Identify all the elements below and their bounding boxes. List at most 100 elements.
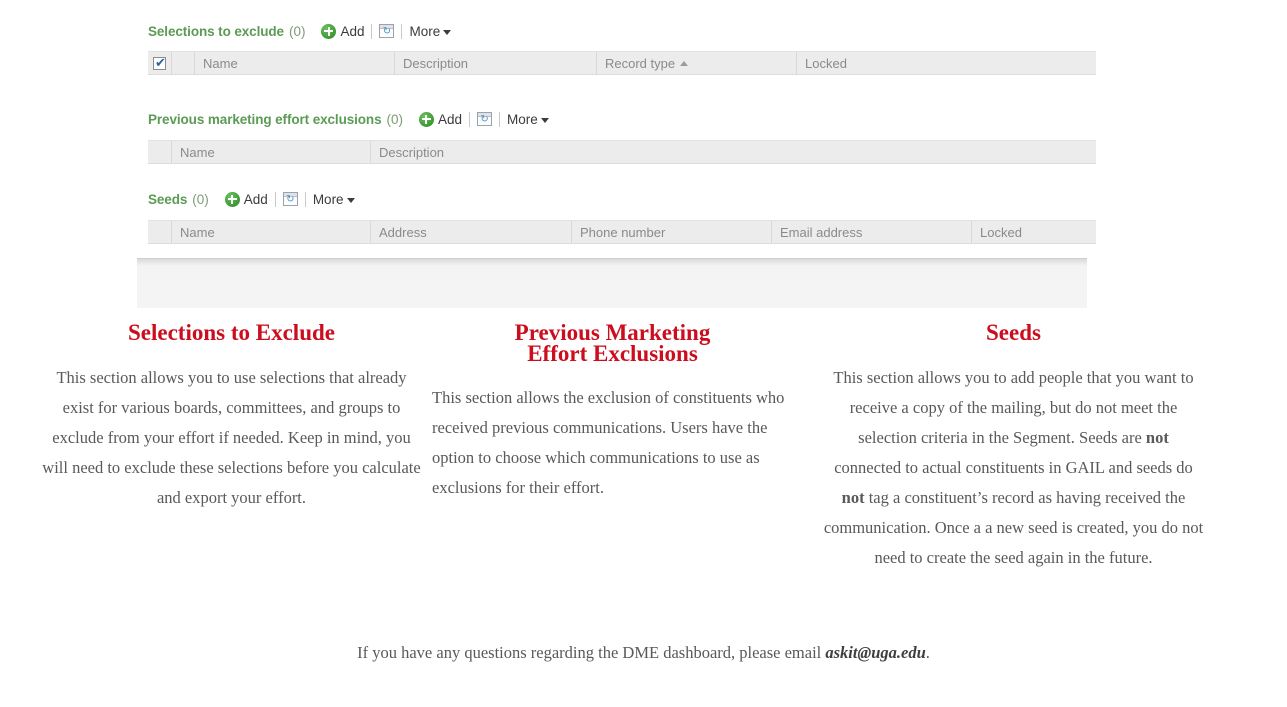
grid-col-spacer bbox=[172, 52, 195, 74]
grid-col-phone-number[interactable]: Phone number bbox=[572, 221, 772, 243]
info-column-previous-marketing-effort-exclusions: Previous Marketing Effort Exclusions Thi… bbox=[422, 320, 803, 573]
footer-contact-note: If you have any questions regarding the … bbox=[0, 643, 1287, 663]
grid-col-description-label: Description bbox=[403, 55, 469, 71]
info-body-previous-marketing-effort-exclusions: This section allows the exclusion of con… bbox=[432, 388, 785, 497]
seeds-body-part-2: connected to actual constituents in GAIL… bbox=[834, 458, 1193, 477]
dme-dashboard-page: Selections to exclude (0) Add ↻ More ✔ N… bbox=[0, 0, 1287, 707]
info-title-seeds: Seeds bbox=[986, 320, 1041, 345]
grid-col-name[interactable]: Name bbox=[172, 221, 371, 243]
plus-circle-icon bbox=[321, 23, 337, 39]
add-seed-button[interactable]: Add bbox=[224, 191, 268, 207]
grid-col-locked-label: Locked bbox=[980, 224, 1022, 240]
footer-text-after: . bbox=[925, 643, 930, 662]
add-previous-marketing-button[interactable]: Add bbox=[418, 111, 463, 127]
grid-col-phone-number-label: Phone number bbox=[580, 224, 666, 240]
section-title-previous-marketing: Previous marketing effort exclusions bbox=[148, 111, 382, 127]
add-selection-label: Add bbox=[340, 23, 365, 39]
grid-col-email-address-label: Email address bbox=[780, 224, 863, 240]
check-icon: ✔ bbox=[155, 55, 166, 71]
info-body-selections-to-exclude: This section allows you to use selection… bbox=[42, 368, 421, 507]
grid-col-address-label: Address bbox=[379, 224, 427, 240]
more-label: More bbox=[312, 191, 344, 207]
toolbar-divider bbox=[401, 23, 403, 39]
section-count-previous-marketing: (0) bbox=[386, 111, 403, 127]
grid-col-description-label: Description bbox=[379, 144, 445, 160]
grid-col-locked[interactable]: Locked bbox=[972, 221, 1096, 243]
refresh-icon[interactable]: ↻ bbox=[282, 192, 298, 206]
info-column-selections-to-exclude: Selections to Exclude This section allow… bbox=[41, 320, 422, 573]
toolbar-divider bbox=[371, 23, 373, 39]
grid-col-address[interactable]: Address bbox=[371, 221, 572, 243]
more-label: More bbox=[507, 111, 538, 127]
refresh-icon[interactable]: ↻ bbox=[379, 24, 395, 38]
plus-circle-icon bbox=[418, 111, 434, 127]
grid-col-name-label: Name bbox=[203, 55, 238, 71]
seeds-body-part-1: This section allows you to add people th… bbox=[833, 368, 1194, 447]
refresh-glyph: ↻ bbox=[480, 114, 489, 125]
plus-circle-icon bbox=[224, 191, 240, 207]
grid-col-name-label: Name bbox=[180, 224, 215, 240]
grid-header-row: ✔ Name Description Record type Locked bbox=[148, 52, 1096, 75]
info-column-seeds: Seeds This section allows you to add peo… bbox=[823, 320, 1204, 573]
grid-selections-to-exclude: ✔ Name Description Record type Locked bbox=[148, 51, 1096, 75]
section-header-seeds: Seeds (0) Add ↻ More bbox=[148, 189, 1096, 209]
more-menu-previous-marketing[interactable]: More bbox=[507, 112, 549, 127]
section-count-selections-to-exclude: (0) bbox=[288, 23, 306, 39]
seeds-body-part-3: tag a constituent’s record as having rec… bbox=[823, 488, 1204, 567]
seeds-bold-not-1: not bbox=[1145, 428, 1169, 447]
grid-col-name[interactable]: Name bbox=[195, 52, 395, 74]
grid-col-name[interactable]: Name bbox=[172, 141, 371, 163]
toolbar-divider bbox=[274, 191, 276, 207]
grid-col-name-label: Name bbox=[180, 144, 215, 160]
empty-panel bbox=[137, 258, 1087, 308]
more-menu-selections[interactable]: More bbox=[409, 23, 452, 39]
section-seeds: Seeds (0) Add ↻ More Name Address Phone … bbox=[148, 189, 1096, 244]
refresh-icon[interactable]: ↻ bbox=[477, 112, 493, 126]
more-label: More bbox=[409, 23, 441, 39]
grid-header-row: Name Address Phone number Email address … bbox=[148, 221, 1096, 244]
section-count-seeds: (0) bbox=[192, 191, 209, 207]
refresh-glyph: ↻ bbox=[286, 194, 295, 205]
chevron-down-icon bbox=[346, 198, 355, 203]
sort-ascending-icon bbox=[680, 60, 689, 66]
grid-col-spacer bbox=[148, 221, 172, 243]
grid-col-record-type-label: Record type bbox=[605, 55, 676, 71]
add-seed-label: Add bbox=[243, 191, 268, 207]
grid-previous-marketing-effort-exclusions: Name Description bbox=[148, 140, 1096, 164]
toolbar-divider bbox=[499, 111, 501, 127]
section-previous-marketing-effort-exclusions: Previous marketing effort exclusions (0)… bbox=[148, 109, 1096, 164]
info-title-line-1: Previous Marketing bbox=[514, 320, 711, 345]
grid-col-record-type[interactable]: Record type bbox=[597, 52, 797, 74]
info-title-previous-marketing-effort-exclusions: Previous Marketing Effort Exclusions bbox=[422, 320, 803, 366]
toolbar-divider bbox=[304, 191, 306, 207]
info-columns: Selections to Exclude This section allow… bbox=[0, 320, 1287, 573]
grid-col-email-address[interactable]: Email address bbox=[772, 221, 972, 243]
chevron-down-icon bbox=[540, 118, 549, 123]
footer-text-before: If you have any questions regarding the … bbox=[357, 643, 826, 662]
info-body-seeds: This section allows you to add people th… bbox=[823, 363, 1204, 573]
info-title-selections-to-exclude: Selections to Exclude bbox=[128, 320, 335, 345]
grid-seeds: Name Address Phone number Email address … bbox=[148, 220, 1096, 244]
section-header-previous-marketing: Previous marketing effort exclusions (0)… bbox=[148, 109, 1096, 129]
add-previous-marketing-label: Add bbox=[437, 111, 463, 127]
chevron-down-icon bbox=[443, 30, 452, 35]
select-all-cell[interactable]: ✔ bbox=[148, 52, 172, 74]
more-menu-seeds[interactable]: More bbox=[313, 192, 355, 207]
grid-col-locked[interactable]: Locked bbox=[797, 52, 1096, 74]
section-title-seeds: Seeds bbox=[148, 191, 188, 207]
section-header-selections-to-exclude: Selections to exclude (0) Add ↻ More bbox=[148, 21, 1096, 41]
grid-header-row: Name Description bbox=[148, 141, 1096, 164]
grid-col-description[interactable]: Description bbox=[395, 52, 597, 74]
footer-email-link[interactable]: askit@uga.edu bbox=[825, 643, 925, 662]
section-title-selections-to-exclude: Selections to exclude bbox=[148, 23, 284, 39]
section-selections-to-exclude: Selections to exclude (0) Add ↻ More ✔ N… bbox=[148, 21, 1096, 75]
refresh-glyph: ↻ bbox=[382, 26, 392, 37]
grid-col-locked-label: Locked bbox=[805, 55, 847, 71]
seeds-bold-not-2: not bbox=[841, 488, 865, 507]
add-selection-button[interactable]: Add bbox=[321, 23, 365, 39]
grid-col-description[interactable]: Description bbox=[371, 141, 1096, 163]
select-all-checkbox[interactable]: ✔ bbox=[153, 55, 166, 71]
grid-col-spacer bbox=[148, 141, 172, 163]
toolbar-divider bbox=[469, 111, 471, 127]
info-title-line-2: Effort Exclusions bbox=[527, 341, 698, 366]
